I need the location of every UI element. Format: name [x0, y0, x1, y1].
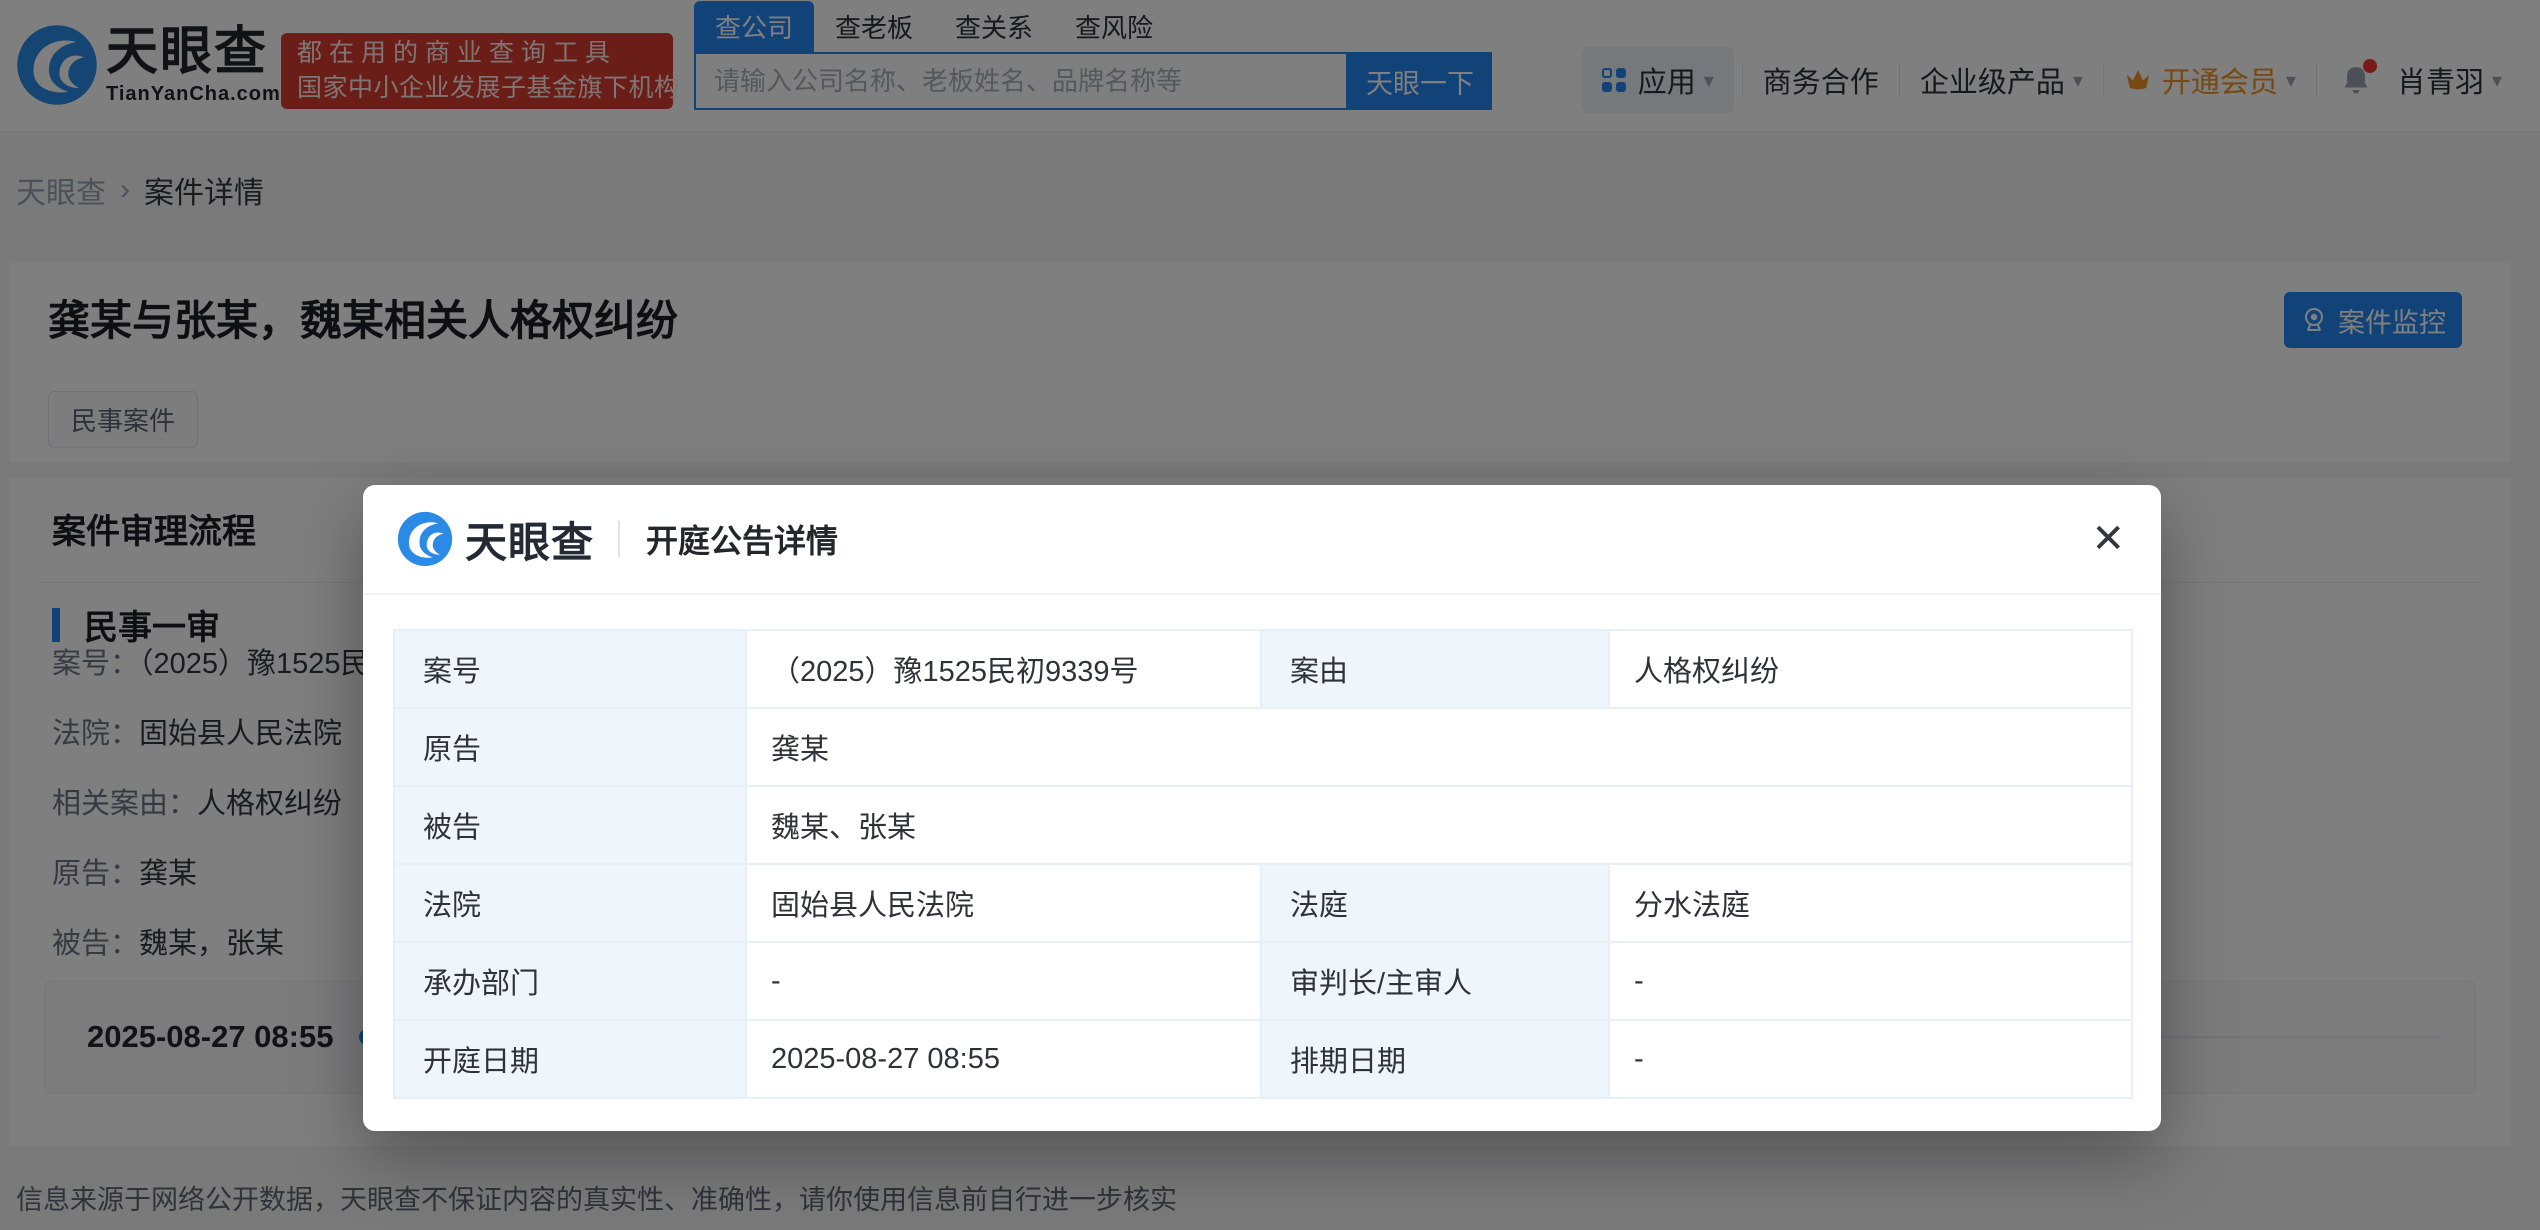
cell-value: 固始县人民法院 [746, 864, 1261, 942]
table-row: 原告 龚某 [394, 708, 2132, 786]
cell-value: 人格权纠纷 [1609, 630, 2132, 708]
cell-label: 承办部门 [394, 942, 746, 1020]
table-row: 被告 魏某、张某 [394, 786, 2132, 864]
modal-header-divider [618, 521, 620, 557]
modal-body: 案号 （2025）豫1525民初9339号 案由 人格权纠纷 原告 龚某 被告 … [363, 595, 2161, 1099]
cell-label: 排期日期 [1261, 1020, 1609, 1098]
cell-value: - [746, 942, 1261, 1020]
table-row: 法院 固始县人民法院 法庭 分水法庭 [394, 864, 2132, 942]
cell-label: 审判长/主审人 [1261, 942, 1609, 1020]
table-row: 承办部门 - 审判长/主审人 - [394, 942, 2132, 1020]
modal-title: 开庭公告详情 [646, 516, 838, 562]
cell-label: 原告 [394, 708, 746, 786]
modal-brand-name: 天眼查 [465, 509, 594, 570]
page: 天眼查 TianYanCha.com 都在用的商业查询工具 国家中小企业发展子基… [0, 0, 2540, 1230]
cell-value: （2025）豫1525民初9339号 [746, 630, 1261, 708]
cell-label: 案号 [394, 630, 746, 708]
hearing-detail-modal: 天眼查 开庭公告详情 ✕ 案号 （2025）豫1525民初9339号 案由 人格… [363, 485, 2161, 1131]
cell-value: - [1609, 942, 2132, 1020]
modal-logo-swirl-icon [397, 511, 453, 567]
table-row: 开庭日期 2025-08-27 08:55 排期日期 - [394, 1020, 2132, 1098]
close-icon[interactable]: ✕ [2091, 519, 2125, 559]
cell-value: 分水法庭 [1609, 864, 2132, 942]
cell-label: 法院 [394, 864, 746, 942]
cell-label: 案由 [1261, 630, 1609, 708]
cell-label: 开庭日期 [394, 1020, 746, 1098]
cell-value: 魏某、张某 [746, 786, 2132, 864]
hearing-detail-table: 案号 （2025）豫1525民初9339号 案由 人格权纠纷 原告 龚某 被告 … [393, 629, 2133, 1099]
cell-value: 龚某 [746, 708, 2132, 786]
cell-value: 2025-08-27 08:55 [746, 1020, 1261, 1098]
cell-value: - [1609, 1020, 2132, 1098]
modal-header: 天眼查 开庭公告详情 ✕ [363, 485, 2161, 595]
cell-label: 被告 [394, 786, 746, 864]
table-row: 案号 （2025）豫1525民初9339号 案由 人格权纠纷 [394, 630, 2132, 708]
cell-label: 法庭 [1261, 864, 1609, 942]
